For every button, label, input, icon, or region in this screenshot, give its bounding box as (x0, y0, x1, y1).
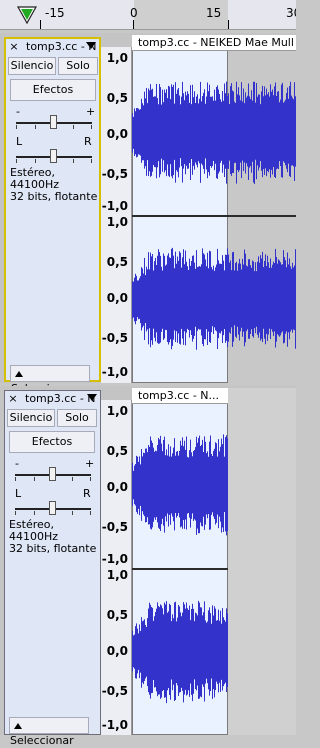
pan-slider-thumb[interactable] (50, 149, 57, 163)
waveform-left-channel (132, 81, 296, 185)
track-control-panel: × tomp3.cc - N Silencio Solo Efectos - +… (4, 390, 101, 747)
vertical-ruler: 1,0 0,5 0,0 -0,5 -1,0 1,0 0,5 0,0 -0,5 -… (101, 400, 132, 735)
track-header: × tomp3.cc - N (6, 39, 99, 55)
vruler-label: 0,5 (106, 91, 128, 105)
gain-slider-thumb[interactable] (49, 467, 56, 481)
vruler-label: -0,5 (101, 684, 128, 698)
triangle-up-icon (14, 723, 22, 729)
mute-button[interactable]: Silencio (8, 57, 56, 75)
select-track-button[interactable]: Seleccionar (10, 365, 90, 395)
vruler-label: -0,5 (101, 167, 128, 181)
waveform-right-channel (132, 247, 296, 350)
ruler-tick (40, 20, 41, 29)
mute-button[interactable]: Silencio (7, 409, 55, 427)
pan-slider[interactable] (16, 147, 92, 167)
vruler-label: -1,0 (101, 552, 128, 566)
track-header: × tomp3.cc - N (5, 391, 100, 407)
close-icon[interactable]: × (8, 41, 20, 53)
pan-slider-thumb[interactable] (49, 501, 56, 515)
vruler-label: -0,5 (101, 520, 128, 534)
track-format-line2: 32 bits, flotante (10, 190, 98, 203)
vruler-label: 0,5 (106, 444, 128, 458)
gain-slider[interactable] (15, 465, 91, 485)
triangle-up-icon (15, 371, 23, 377)
ruler-tick (228, 20, 229, 29)
waveform-area[interactable]: tomp3.cc - NEIKED Mae Mull (132, 35, 296, 383)
clip-title[interactable]: tomp3.cc - N... (132, 388, 228, 404)
track-control-panel: × tomp3.cc - N Silencio Solo Efectos - +… (4, 37, 101, 395)
track-format-line1: Estéreo, 44100Hz (9, 518, 59, 543)
chevron-down-icon[interactable] (86, 42, 96, 49)
select-track-button[interactable]: Seleccionar (9, 717, 89, 747)
waveform-right-channel (132, 600, 228, 704)
vruler-label: -1,0 (101, 199, 128, 213)
ruler-label-15: 15 (206, 6, 222, 20)
vruler-label: 1,0 (106, 215, 128, 229)
vruler-label: 0,0 (106, 480, 128, 494)
ruler-label-minus15: -15 (45, 6, 65, 20)
track-format-info: Estéreo, 44100Hz 32 bits, flotante (10, 167, 99, 203)
effects-button[interactable]: Efectos (9, 431, 95, 453)
vruler-label: 1,0 (106, 568, 128, 582)
vruler-label: 1,0 (106, 404, 128, 418)
ruler-label-0: 0 (130, 6, 138, 20)
vruler-label: 0,0 (106, 644, 128, 658)
chevron-down-icon[interactable] (87, 394, 97, 401)
vruler-label: 0,5 (106, 608, 128, 622)
vruler-label: -1,0 (101, 365, 128, 379)
audio-track-1: × tomp3.cc - N Silencio Solo Efectos - +… (0, 33, 296, 395)
effects-button[interactable]: Efectos (10, 79, 96, 101)
pan-slider[interactable] (15, 499, 91, 519)
clip-title[interactable]: tomp3.cc - NEIKED Mae Mull (132, 35, 296, 51)
vruler-label: -1,0 (101, 718, 128, 732)
vertical-ruler: 1,0 0,5 0,0 -0,5 -1,0 1,0 0,5 0,0 -0,5 -… (101, 47, 132, 383)
waveform-area[interactable]: tomp3.cc - N... (132, 388, 296, 735)
ruler-tick (133, 20, 134, 29)
vruler-label: 0,0 (106, 291, 128, 305)
solo-button[interactable]: Solo (58, 57, 98, 75)
gain-slider[interactable] (16, 113, 92, 133)
track-format-info: Estéreo, 44100Hz 32 bits, flotante (9, 519, 100, 555)
close-icon[interactable]: × (7, 393, 19, 405)
play-head-icon[interactable] (16, 4, 38, 26)
timeline-ruler[interactable]: -15 0 15 30 (0, 0, 296, 30)
ruler-label-30: 30 (286, 6, 296, 20)
waveform-left-channel (132, 434, 228, 536)
solo-button[interactable]: Solo (57, 409, 97, 427)
track-format-line2: 32 bits, flotante (9, 542, 97, 555)
vruler-label: 0,0 (106, 127, 128, 141)
select-track-label: Seleccionar (10, 734, 74, 747)
audio-track-2: × tomp3.cc - N Silencio Solo Efectos - +… (0, 386, 296, 747)
vruler-label: 0,5 (106, 255, 128, 269)
gain-slider-thumb[interactable] (50, 115, 57, 129)
track-name[interactable]: tomp3.cc - N (25, 392, 96, 405)
vruler-label: 1,0 (106, 51, 128, 65)
vruler-label: -0,5 (101, 331, 128, 345)
track-format-line1: Estéreo, 44100Hz (10, 166, 60, 191)
